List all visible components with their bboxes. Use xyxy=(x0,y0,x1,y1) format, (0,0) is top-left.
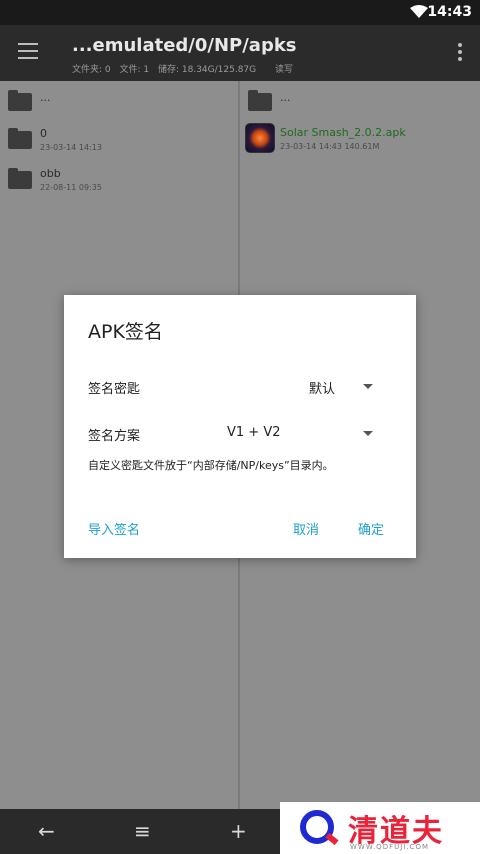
apk-app-icon xyxy=(245,123,275,153)
keys-path-note: 自定义密匙文件放于“内部存储/NP/keys”目录内。 xyxy=(88,459,334,472)
item-meta: 22-08-11 09:35 xyxy=(40,183,102,192)
apk-sign-dialog: APK签名 签名密匙 默认 签名方案 V1 + V2 自定义密匙文件放于“内部存… xyxy=(64,295,416,558)
list-item-0[interactable]: 0 23-03-14 14:13 xyxy=(0,125,238,165)
list-view-icon[interactable]: ≡ xyxy=(134,819,151,843)
chevron-down-icon xyxy=(363,384,373,389)
item-name: ... xyxy=(280,91,291,104)
list-item-parent[interactable]: ... xyxy=(240,87,480,127)
folder-icon xyxy=(8,128,32,149)
watermark: 清道夫 WWW.QDFUJI.COM xyxy=(280,802,480,854)
scheme-dropdown[interactable]: V1 + V2 xyxy=(214,420,394,446)
cancel-button[interactable]: 取消 xyxy=(293,519,319,538)
ok-button[interactable]: 确定 xyxy=(358,519,384,538)
list-item-parent[interactable]: ... xyxy=(0,87,238,127)
list-item-obb[interactable]: obb 22-08-11 09:35 xyxy=(0,165,238,205)
item-name: ... xyxy=(40,91,51,104)
item-name: Solar Smash_2.0.2.apk xyxy=(280,126,406,139)
add-icon[interactable]: + xyxy=(230,819,247,843)
key-value: 默认 xyxy=(309,382,336,397)
dialog-title: APK签名 xyxy=(88,321,163,343)
path-stats: 文件夹: 0 文件: 1 储存: 18.34G/125.87G 读写 xyxy=(72,62,299,75)
wifi-icon xyxy=(410,5,428,18)
item-meta: 23-03-14 14:43 140.61M xyxy=(280,142,380,151)
list-item-apk[interactable]: Solar Smash_2.0.2.apk 23-03-14 14:43 140… xyxy=(240,123,480,163)
folder-icon xyxy=(248,90,272,111)
back-icon[interactable]: ← xyxy=(38,819,55,843)
item-meta: 23-03-14 14:13 xyxy=(40,143,102,152)
folder-icon xyxy=(8,90,32,111)
storage-info: 储存: 18.34G/125.87G xyxy=(158,65,257,75)
chevron-down-icon xyxy=(363,431,373,436)
import-sign-button[interactable]: 导入签名 xyxy=(88,519,140,538)
key-dropdown[interactable]: 默认 xyxy=(294,373,394,399)
toolbar: ...emulated/0/NP/apks 文件夹: 0 文件: 1 储存: 1… xyxy=(0,25,480,81)
item-name: 0 xyxy=(40,127,47,140)
status-bar: 14:43 xyxy=(0,0,480,25)
item-name: obb xyxy=(40,167,61,180)
menu-icon[interactable] xyxy=(18,43,38,59)
key-label: 签名密匙 xyxy=(88,382,141,397)
brand-logo-icon xyxy=(300,810,334,844)
more-options-icon[interactable] xyxy=(458,43,462,61)
scheme-value: V1 + V2 xyxy=(227,425,281,440)
status-time: 14:43 xyxy=(427,4,472,20)
scheme-label: 签名方案 xyxy=(88,429,141,444)
watermark-url: WWW.QDFUJI.COM xyxy=(350,843,430,851)
rw-mode: 读写 xyxy=(275,65,294,75)
folder-icon xyxy=(8,168,32,189)
file-count: 文件: 1 xyxy=(119,65,150,75)
folder-count: 文件夹: 0 xyxy=(72,65,111,75)
path-title: ...emulated/0/NP/apks xyxy=(72,35,297,56)
